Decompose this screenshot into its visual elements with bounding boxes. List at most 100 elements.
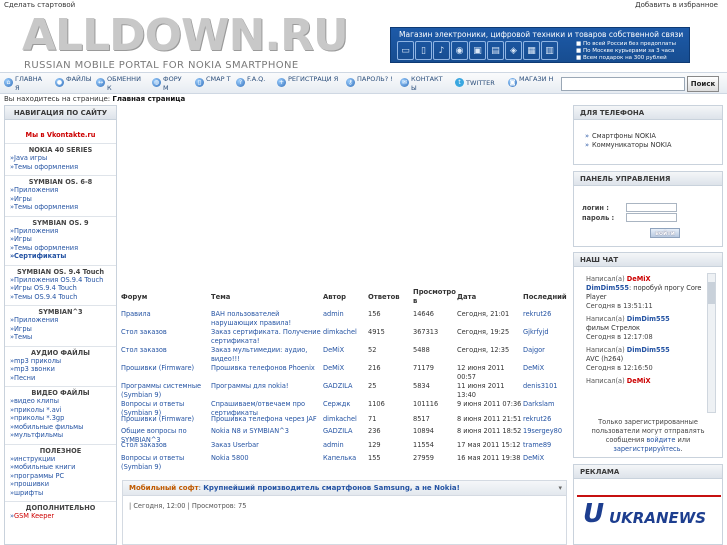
sidebar-link[interactable]: Игры <box>5 325 116 334</box>
last-poster[interactable]: DeMiX <box>523 364 569 373</box>
sidebar-link[interactable]: Темы оформления <box>5 244 116 253</box>
news-title[interactable]: Крупнейший производитель смартфонов Sams… <box>203 484 460 492</box>
forum-name[interactable]: Правила <box>121 310 209 319</box>
sidebar-link[interactable]: прошивки <box>5 480 116 489</box>
forum-name[interactable]: Программы системные (Symbian 9) <box>121 382 209 399</box>
sidebar-link[interactable]: Песни <box>5 374 116 383</box>
search-button[interactable]: Поиск <box>687 76 719 92</box>
author-link[interactable]: GADZILA <box>323 427 368 436</box>
chat-nick[interactable]: DimDim555 <box>627 346 670 354</box>
password-input[interactable] <box>626 213 677 222</box>
sidebar-link[interactable]: мультфильмы <box>5 431 116 440</box>
sidebar-link[interactable]: Темы оформления <box>5 163 116 172</box>
topic-link[interactable]: Прошивка телефонов Phoenix <box>211 364 323 373</box>
sidebar-link[interactable]: Приложения <box>5 316 116 325</box>
author-link[interactable]: dimkachel <box>323 415 368 424</box>
sidebar-link[interactable]: мобильные книги <box>5 463 116 472</box>
author-link[interactable]: GADZILA <box>323 382 368 391</box>
last-poster[interactable]: Dajgor <box>523 346 569 355</box>
forum-name[interactable]: Стол заказов <box>121 346 209 355</box>
ukranews-banner[interactable]: U UKRANEWS <box>577 495 721 541</box>
nav-faq[interactable]: ? F.A.Q. <box>236 75 276 93</box>
communicators-nokia-link[interactable]: Коммуникаторы NOKIA <box>574 141 722 150</box>
chat-mention[interactable]: DimDim555 <box>586 284 629 292</box>
nav-exchange[interactable]: ↔ ОБМЕННИ К <box>96 75 146 93</box>
chat-nick[interactable]: DeMiX <box>627 377 651 385</box>
chat-login-link[interactable]: войдите <box>646 436 675 444</box>
forum-name[interactable]: Стол заказов <box>121 441 209 450</box>
last-poster[interactable]: Darkslam <box>523 400 569 409</box>
topic-link[interactable]: Nokia N8 и SYMBIAN^3 <box>211 427 323 436</box>
sidebar-link[interactable]: приколы *.3gp <box>5 414 116 423</box>
nav-contacts[interactable]: ✉ КОНТАКТ Ы <box>400 75 450 93</box>
nav-twitter[interactable]: t TWITTER <box>455 75 505 93</box>
last-poster[interactable]: 19sergey80 <box>523 427 569 436</box>
vk-link[interactable]: Мы в Vkontakte.ru <box>5 131 116 139</box>
author-link[interactable]: Капелька <box>323 454 368 463</box>
nav-smart[interactable]: ▯ СМАР Т <box>195 75 231 93</box>
author-link[interactable]: admin <box>323 441 368 450</box>
chat-nick[interactable]: DeMiX <box>627 275 651 283</box>
chat-scrollbar[interactable] <box>707 273 716 413</box>
nav-shop[interactable]: ◙ МАГАЗИ Н <box>508 75 554 93</box>
add-favorites-link[interactable]: Добавить в избранное <box>635 1 718 9</box>
last-poster[interactable]: Gjkrfyjd <box>523 328 569 337</box>
last-poster[interactable]: rekrut26 <box>523 310 569 319</box>
sidebar-link[interactable]: Игры <box>5 235 116 244</box>
nav-home[interactable]: ⌂ ГЛАВНА Я <box>4 75 44 93</box>
nav-register[interactable]: + РЕГИСТРАЦИ Я <box>277 75 341 93</box>
forum-name[interactable]: Стол заказов <box>121 328 209 337</box>
topic-link[interactable]: Заказ Userbar <box>211 441 323 450</box>
chat-nick[interactable]: DimDim555 <box>627 315 670 323</box>
nav-files[interactable]: ● ФАЙЛЫ <box>55 75 92 93</box>
chat-register-link[interactable]: зарегистрируйтесь <box>613 445 680 453</box>
sidebar-link[interactable]: Игры <box>5 195 116 204</box>
sidebar-link[interactable]: приколы *.avi <box>5 406 116 415</box>
topic-link[interactable]: Заказ мультимедии: аудио, видео!!! <box>211 346 323 363</box>
sidebar-link[interactable]: Сертификаты <box>5 252 116 261</box>
sidebar-link[interactable]: Приложения OS.9.4 Touch <box>5 276 116 285</box>
shop-banner[interactable]: Магазин электроники, цифровой техники и … <box>390 27 690 63</box>
forum-name[interactable]: Прошивки (Firmware) <box>121 415 209 424</box>
sidebar-link[interactable]: Игры OS.9.4 Touch <box>5 284 116 293</box>
last-poster[interactable]: DeMiX <box>523 454 569 463</box>
nav-password[interactable]: ⚷ ПАРОЛЬ? ! <box>346 75 396 93</box>
sidebar-link[interactable]: Приложения <box>5 186 116 195</box>
smartphones-nokia-link[interactable]: Смартфоны NOKIA <box>574 132 722 141</box>
sidebar-link[interactable]: программы PC <box>5 472 116 481</box>
sidebar-link[interactable]: GSM Keeper <box>5 512 116 521</box>
sidebar-link[interactable]: Темы оформления <box>5 203 116 212</box>
make-homepage-link[interactable]: Сделать стартовой <box>4 1 75 9</box>
sidebar-link[interactable]: mp3 приколы <box>5 357 116 366</box>
author-link[interactable]: DeMiX <box>323 346 368 355</box>
topic-link[interactable]: Программы для nokia! <box>211 382 323 391</box>
sidebar-link[interactable]: инструкции <box>5 455 116 464</box>
topic-link[interactable]: Заказ сертификата. Получение сертификата… <box>211 328 323 345</box>
topic-link[interactable]: ВАН пользователей нарушающих правила! <box>211 310 323 327</box>
forum-name[interactable]: Прошивки (Firmware) <box>121 364 209 373</box>
sidebar-link[interactable]: шрифты <box>5 489 116 498</box>
sidebar-link[interactable]: видео клипы <box>5 397 116 406</box>
scroll-thumb[interactable] <box>708 282 715 304</box>
last-poster[interactable]: rekrut26 <box>523 415 569 424</box>
author-link[interactable]: dimkachel <box>323 328 368 337</box>
author-link[interactable]: admin <box>323 310 368 319</box>
sidebar-link[interactable]: Java игры <box>5 154 116 163</box>
sidebar-link[interactable]: Темы <box>5 333 116 342</box>
site-logo[interactable]: ALLDOWN.RU RUSSIAN MOBILE PORTAL FOR NOK… <box>22 10 349 71</box>
last-poster[interactable]: trame89 <box>523 441 569 450</box>
sidebar-link[interactable]: Темы OS.9.4 Touch <box>5 293 116 302</box>
last-poster[interactable]: denis3101 <box>523 382 569 391</box>
forum-name[interactable]: Вопросы и ответы (Symbian 9) <box>121 454 209 471</box>
author-link[interactable]: DeMiX <box>323 364 368 373</box>
sidebar-link[interactable]: mp3 звонки <box>5 365 116 374</box>
nav-forum[interactable]: ◍ ФОРУ М <box>152 75 188 93</box>
author-link[interactable]: Серждк <box>323 400 368 409</box>
search-input[interactable] <box>561 77 685 91</box>
topic-link[interactable]: Прошивка телефона через JAF <box>211 415 323 424</box>
news-category[interactable]: Мобильный софт <box>129 484 199 492</box>
topic-link[interactable]: Nokia 5800 <box>211 454 323 463</box>
login-input[interactable] <box>626 203 677 212</box>
sidebar-link[interactable]: Приложения <box>5 227 116 236</box>
collapse-icon[interactable]: ▾ <box>558 484 562 492</box>
